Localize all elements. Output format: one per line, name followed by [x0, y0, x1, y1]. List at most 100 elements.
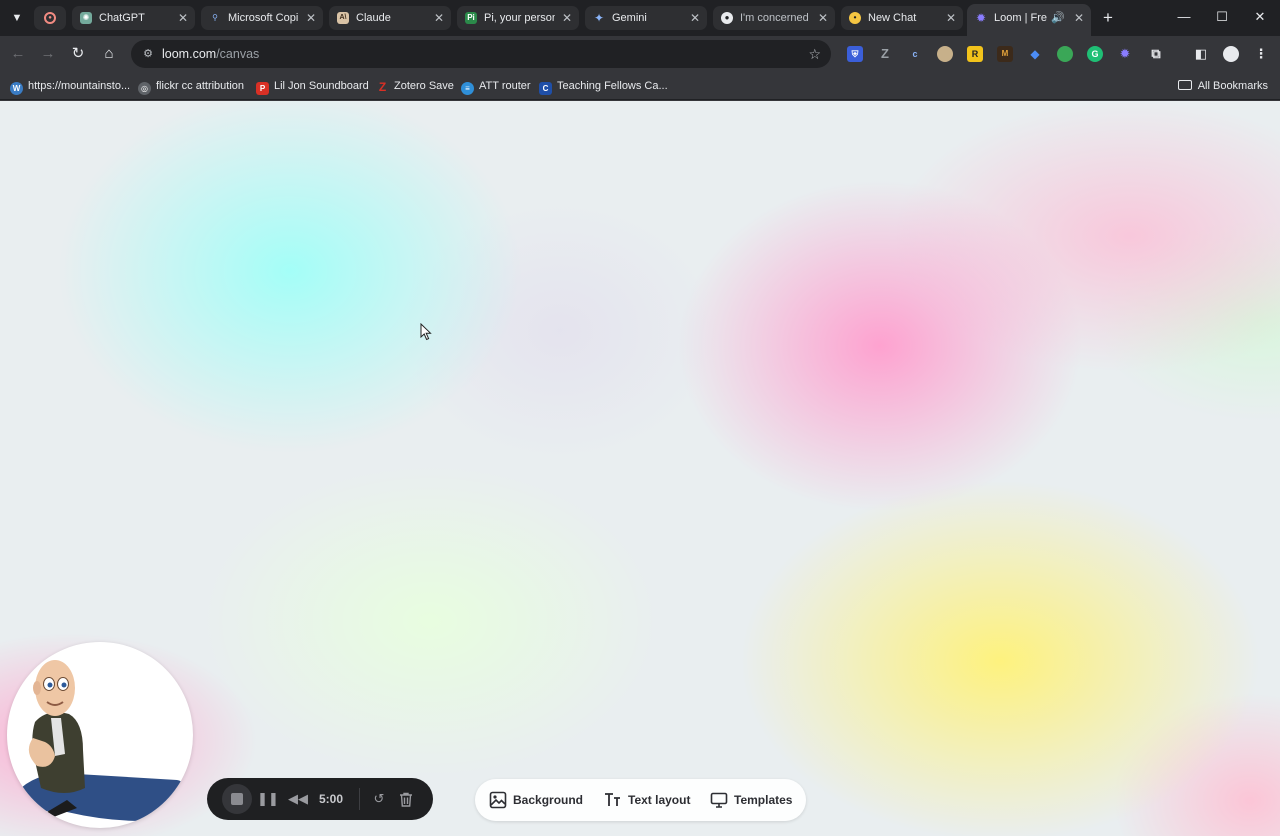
copilot-icon: ⚲	[212, 13, 218, 22]
url-path: /canvas	[216, 47, 260, 61]
image-icon	[489, 791, 507, 809]
close-icon[interactable]: ✕	[178, 6, 188, 30]
close-icon[interactable]: ✕	[946, 6, 956, 30]
pause-icon: ❚❚	[257, 791, 279, 806]
new-tab-button[interactable]: +	[1097, 7, 1119, 29]
loom-canvas[interactable]: ❚❚ ◀◀ 5:00 ↺ Background Text layout Temp…	[0, 101, 1280, 836]
pause-button[interactable]: ❚❚	[257, 788, 279, 810]
maximize-button[interactable]: ☐	[1212, 7, 1232, 27]
all-bookmarks-button[interactable]: All Bookmarks	[1177, 77, 1268, 95]
green-extension-icon[interactable]	[1057, 46, 1073, 62]
delete-recording-button[interactable]	[395, 788, 417, 810]
text-layout-button[interactable]: Text layout	[604, 779, 690, 821]
wordpress-icon: W	[10, 82, 23, 95]
home-button[interactable]: ⌂	[98, 43, 120, 65]
monitor-icon	[710, 792, 728, 808]
pi-icon: Pi	[465, 12, 477, 24]
tab-github[interactable]: ● I'm concerned ✕	[713, 6, 835, 30]
close-icon[interactable]: ✕	[690, 6, 700, 30]
tab-claude[interactable]: A\ Claude ✕	[329, 6, 451, 30]
tab-label: Loom | Free	[994, 12, 1047, 24]
tab-new-chat[interactable]: • New Chat ✕	[841, 6, 963, 30]
tab-recording[interactable]: ●	[34, 6, 66, 30]
mouse-cursor-icon	[420, 323, 432, 341]
canvas-toolbar: Background Text layout Templates	[475, 779, 806, 821]
bookmark-lil-jon-soundboard[interactable]: P Lil Jon Soundboard	[256, 77, 369, 95]
att-icon: ≡	[461, 82, 474, 95]
tab-label: New Chat	[868, 12, 917, 24]
tab-microsoft-copilot[interactable]: ⚲ Microsoft Copi ✕	[201, 6, 323, 30]
side-panel-icon[interactable]: ◧	[1193, 46, 1209, 62]
forward-button[interactable]: →	[37, 43, 59, 65]
reload-button[interactable]: ↻	[67, 43, 89, 65]
globe-icon: ◎	[138, 82, 151, 95]
rewind-icon: ◀◀	[288, 791, 308, 806]
globe-extension-icon[interactable]	[937, 46, 953, 62]
stop-recording-button[interactable]	[222, 784, 252, 814]
tab-label: Pi, your person	[484, 12, 555, 24]
bookmark-flickr-cc-attribution[interactable]: ◎ flickr cc attribution	[138, 77, 244, 95]
chat-icon: •	[849, 12, 861, 24]
bookmark-att-router[interactable]: ≡ ATT router	[461, 77, 531, 95]
url-host: loom.com	[162, 47, 217, 61]
browser-chrome: ▼ ● ✺ ChatGPT ✕ ⚲ Microsoft Copi ✕ A\ Cl…	[0, 0, 1280, 101]
templates-button[interactable]: Templates	[710, 779, 792, 821]
trash-icon	[400, 792, 412, 807]
close-window-button[interactable]: ✕	[1250, 7, 1270, 27]
tab-gemini[interactable]: ✦ Gemini ✕	[585, 6, 707, 30]
speaker-icon[interactable]: 🔊	[1051, 4, 1065, 32]
close-icon[interactable]: ✕	[562, 6, 572, 30]
tab-label: Gemini	[612, 12, 647, 24]
recording-controls: ❚❚ ◀◀ 5:00 ↺	[207, 778, 433, 820]
stop-icon	[231, 793, 243, 805]
bookmark-star-icon[interactable]: ☆	[808, 45, 821, 63]
graduation-extension-icon[interactable]: ◆	[1027, 46, 1043, 62]
bookmark-mountainstories[interactable]: Whttps://mountainsto...	[10, 77, 130, 95]
background-button[interactable]: Background	[489, 779, 583, 821]
github-icon: ●	[721, 12, 733, 24]
zotero-extension-icon[interactable]: Z	[877, 46, 893, 62]
minimize-button[interactable]: —	[1174, 7, 1194, 27]
address-url[interactable]: loom.com/canvas	[162, 40, 259, 68]
bookmark-teaching-fellows[interactable]: C Teaching Fellows Ca...	[539, 77, 668, 95]
restart-button[interactable]: ↺	[368, 788, 390, 810]
bookmarks-bar: Whttps://mountainsto... ◎ flickr cc attri…	[0, 72, 1280, 100]
puzzle-icon[interactable]: ⧉	[1148, 46, 1164, 62]
folder-icon	[1177, 80, 1192, 90]
close-icon[interactable]: ✕	[434, 6, 444, 30]
tab-chatgpt[interactable]: ✺ ChatGPT ✕	[72, 6, 195, 30]
tab-label: ChatGPT	[99, 12, 145, 24]
address-bar[interactable]: ⚙ loom.com/canvas ☆	[131, 40, 831, 68]
close-icon[interactable]: ✕	[1074, 4, 1084, 32]
tab-search-button[interactable]: ▼	[6, 8, 28, 28]
tab-label: I'm concerned	[740, 12, 809, 24]
more-menu-icon[interactable]: ⋮	[1253, 46, 1269, 62]
grammarly-icon[interactable]: G	[1087, 46, 1103, 62]
rewind-button[interactable]: ◀◀	[287, 788, 309, 810]
site-info-icon[interactable]: ⚙	[140, 46, 156, 62]
tab-loom[interactable]: ✹ Loom | Free 🔊 ✕	[967, 4, 1091, 36]
bookmark-zotero-save[interactable]: Z Zotero Save	[376, 77, 454, 95]
restart-icon: ↺	[373, 791, 385, 806]
close-icon[interactable]: ✕	[306, 6, 316, 30]
divider	[359, 788, 360, 810]
p-icon: P	[256, 82, 269, 95]
avatar	[17, 660, 186, 821]
gemini-icon: ✦	[593, 11, 605, 25]
tab-label: Claude	[356, 12, 391, 24]
back-button[interactable]: ←	[7, 43, 29, 65]
loom-extension-icon[interactable]: ✹	[1117, 46, 1133, 62]
profile-avatar[interactable]	[1223, 46, 1239, 62]
m-extension-icon[interactable]: M	[997, 46, 1013, 62]
text-size-icon	[605, 793, 620, 806]
bitwarden-icon[interactable]: ⛨	[847, 46, 863, 62]
citation-extension-icon[interactable]: c	[907, 46, 923, 62]
camera-bubble[interactable]	[7, 642, 193, 828]
loom-icon: ✹	[975, 11, 987, 25]
tab-strip: ▼ ● ✺ ChatGPT ✕ ⚲ Microsoft Copi ✕ A\ Cl…	[0, 0, 1280, 36]
close-icon[interactable]: ✕	[818, 6, 828, 30]
navigation-toolbar: ← → ↻ ⌂ ⚙ loom.com/canvas ☆ ⛨ Z c R M ◆ …	[0, 36, 1280, 72]
tab-pi[interactable]: Pi Pi, your person ✕	[457, 6, 579, 30]
r-extension-icon[interactable]: R	[967, 46, 983, 62]
chatgpt-icon: ✺	[80, 12, 92, 24]
